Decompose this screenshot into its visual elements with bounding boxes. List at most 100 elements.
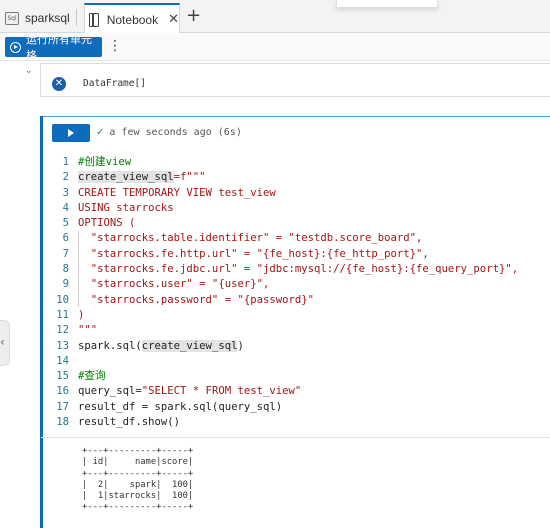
code-text: "starrocks.password" = "{password}" <box>78 293 314 308</box>
chevron-down-icon[interactable]: ⌄ <box>25 66 33 76</box>
code-text: #查询 <box>78 369 106 384</box>
code-string: OPTIONS ( <box>78 217 136 230</box>
error-x-icon: ✕ <box>52 77 66 91</box>
line-number: 15 <box>56 370 69 383</box>
line-number: 4 <box>62 201 69 214</box>
output-divider <box>41 437 550 438</box>
code-line[interactable]: 8 "starrocks.fe.jdbc.url" = "jdbc:mysql:… <box>52 262 518 277</box>
line-number: 9 <box>62 278 69 291</box>
run-all-button[interactable]: 运行所有单元格 <box>5 34 102 62</box>
tab-label: sparksql <box>25 11 70 25</box>
tab-divider <box>76 9 77 26</box>
code-line[interactable]: 2 create_view_sql=f""" <box>52 170 518 185</box>
code-text: "starrocks.fe.http.url" = "{fe_host}:{fe… <box>78 247 429 262</box>
output-line: | 1|starrocks| 100| <box>82 491 194 502</box>
code-text: result_df = spark.sql(query_sql) <box>78 400 282 415</box>
code-token: result_df = spark.sql(query_sql) <box>78 400 283 413</box>
line-number: 11 <box>56 308 69 321</box>
line-number: 1 <box>62 156 69 168</box>
dropdown-popup <box>336 0 438 8</box>
code-string: "starrocks.fe.http.url" = "{fe_host}:{fe… <box>78 247 429 260</box>
code-line[interactable]: 4 USING starrocks <box>52 201 518 216</box>
output-line: +---+---------+-----+ <box>82 468 194 479</box>
code-comment: #查询 <box>78 370 106 383</box>
code-text: "starrocks.fe.jdbc.url" = "jdbc:mysql://… <box>78 262 518 277</box>
code-token: spark.sql( <box>78 339 142 352</box>
code-text: query_sql="SELECT * FROM test_view" <box>78 384 301 399</box>
code-line[interactable]: 7 "starrocks.fe.http.url" = "{fe_host}:{… <box>52 247 518 262</box>
code-line[interactable]: 1 #创建view <box>52 155 518 170</box>
code-token: query_sql= <box>78 385 142 398</box>
code-line[interactable]: 17 result_df = spark.sql(query_sql) <box>52 400 518 415</box>
code-string: "starrocks.password" = "{password}" <box>78 293 314 306</box>
cell-focus-bar <box>40 116 43 528</box>
code-text: "starrocks.table.identifier" = "testdb.s… <box>78 231 423 246</box>
code-text: USING starrocks <box>78 201 174 216</box>
run-cell-button[interactable] <box>52 124 90 142</box>
output-line: | 2| spark| 100| <box>82 479 194 490</box>
code-text: CREATE TEMPORARY VIEW test_view <box>78 186 276 201</box>
code-string: "starrocks.fe.jdbc.url" = "jdbc:mysql://… <box>78 263 519 276</box>
code-string: USING starrocks <box>78 201 174 214</box>
cell-output-table: +---+---------+-----+ | id| name|score| +-… <box>82 446 193 514</box>
code-string: ) <box>78 308 85 321</box>
code-string: "SELECT * FROM test_view" <box>141 385 302 398</box>
line-number: 13 <box>56 339 69 352</box>
output-line: | id| name|score| <box>82 457 194 468</box>
code-line[interactable]: 12 """ <box>52 323 518 338</box>
close-icon[interactable]: ✕ <box>168 12 179 27</box>
code-line[interactable]: 10 "starrocks.password" = "{password}" <box>52 293 518 308</box>
line-number: 16 <box>56 385 69 398</box>
code-string: """ <box>78 324 98 337</box>
code-line[interactable]: 13 spark.sql(create_view_sql) <box>52 339 518 354</box>
line-number: 12 <box>56 324 69 337</box>
code-string: =f""" <box>173 171 206 184</box>
code-line[interactable]: 16 query_sql="SELECT * FROM test_view" <box>52 384 518 399</box>
line-number: 5 <box>62 217 69 230</box>
code-text: "starrocks.user" = "{user}", <box>78 277 270 292</box>
code-comment: #创建view <box>78 156 132 168</box>
code-editor[interactable]: 1 #创建view 2 create_view_sql=f""" 3 CREATE TEM… <box>52 155 518 430</box>
line-number: 6 <box>62 232 69 245</box>
tab-notebook[interactable]: Notebook ✕ <box>84 3 180 34</box>
line-number: 2 <box>62 171 69 184</box>
code-text: OPTIONS ( <box>78 216 135 231</box>
line-number: 7 <box>62 247 69 260</box>
line-number: 18 <box>56 416 69 429</box>
code-text: """ <box>78 323 97 338</box>
side-panel-handle[interactable]: ‹ <box>0 320 10 366</box>
code-line[interactable]: 11) <box>52 308 518 323</box>
status-text: a few seconds ago (6s) <box>109 127 242 138</box>
code-line[interactable]: 6 "starrocks.table.identifier" = "testdb… <box>52 231 518 246</box>
add-tab-icon[interactable]: + <box>186 7 201 25</box>
code-text: spark.sql(create_view_sql) <box>78 339 244 354</box>
code-line[interactable]: 14 <box>52 354 518 369</box>
previous-output-text: DataFrame[] <box>83 78 146 89</box>
run-all-label: 运行所有单元格 <box>26 34 92 62</box>
code-token: ) <box>237 339 244 352</box>
code-token: result_df.show() <box>78 416 181 429</box>
play-circle-icon <box>10 41 21 53</box>
code-line[interactable]: 3 CREATE TEMPORARY VIEW test_view <box>52 186 518 201</box>
code-line[interactable]: 18 result_df.show() <box>52 415 518 430</box>
execution-status: ✓ a few seconds ago (6s) <box>96 127 242 138</box>
code-text: #创建view <box>78 155 131 170</box>
tab-sparksql[interactable]: Sql sparksql <box>0 3 80 33</box>
code-text: ) <box>78 308 84 323</box>
output-line: +---+---------+-----+ <box>82 446 194 456</box>
notebook-toolbar: 运行所有单元格 ⋮ <box>0 33 550 62</box>
sql-file-icon: Sql <box>5 11 19 25</box>
line-number: 10 <box>56 293 69 306</box>
notebook-icon <box>89 12 99 27</box>
code-line[interactable]: 9 "starrocks.user" = "{user}", <box>52 277 518 292</box>
chevron-left-icon: ‹ <box>0 335 5 349</box>
code-string: "starrocks.table.identifier" = "testdb.s… <box>78 232 423 245</box>
code-token: create_view_sql <box>141 339 238 352</box>
code-line[interactable]: 15 #查询 <box>52 369 518 384</box>
code-line[interactable]: 5 OPTIONS ( <box>52 216 518 231</box>
check-icon: ✓ <box>96 127 105 138</box>
code-text: create_view_sql=f""" <box>78 170 206 185</box>
more-options-icon[interactable]: ⋮ <box>108 38 122 54</box>
code-string: "starrocks.user" = "{user}", <box>78 278 270 291</box>
code-token: create_view_sql <box>78 171 174 184</box>
